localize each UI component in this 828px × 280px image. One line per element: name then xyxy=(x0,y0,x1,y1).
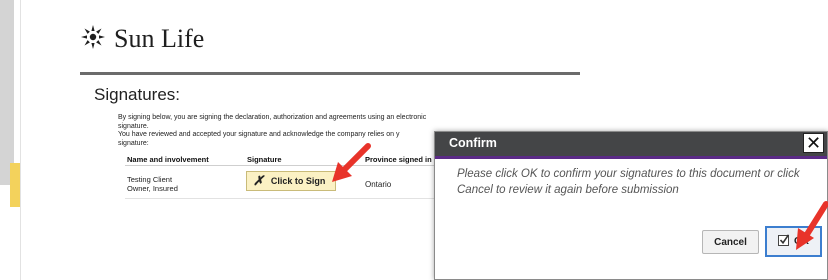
background-strip xyxy=(0,0,14,185)
column-header-province: Province signed in xyxy=(365,155,432,164)
click-to-sign-label: Click to Sign xyxy=(270,176,326,186)
table-header-rule xyxy=(125,165,435,166)
dialog-message: Please click OK to confirm your signatur… xyxy=(457,168,800,196)
dialog-title: Confirm xyxy=(449,136,497,150)
signer-name: Testing Client xyxy=(127,175,173,184)
disclaimer-line: You have reviewed and accepted your sign… xyxy=(118,131,400,138)
signatures-heading: Signatures: xyxy=(94,85,180,104)
cancel-button[interactable]: Cancel xyxy=(702,230,759,254)
column-header-name: Name and involvement xyxy=(127,155,209,164)
close-icon[interactable]: ✕ xyxy=(803,133,824,153)
header-divider xyxy=(80,72,580,75)
brand-name: Sun Life xyxy=(114,24,205,53)
signer-involvement: Owner, Insured xyxy=(127,184,178,193)
disclaimer-line: signature: xyxy=(118,139,149,147)
annotation-arrow-icon xyxy=(796,201,828,250)
brand-logo: Sun Life xyxy=(78,22,204,56)
signatures-disclaimer: By signing below, you are signing the de… xyxy=(118,114,448,148)
signer-name-cell: Testing Client Owner, Insured xyxy=(127,175,178,193)
sun-logo-icon xyxy=(78,22,108,57)
annotation-arrow-icon xyxy=(332,143,371,182)
checkbox-icon xyxy=(778,234,790,249)
disclaimer-line: By signing below, you are signing the de… xyxy=(118,114,427,130)
click-to-sign-button[interactable]: ✗ Click to Sign xyxy=(246,171,336,191)
column-header-signature: Signature xyxy=(247,155,282,164)
x-mark-icon: ✗ xyxy=(253,173,264,188)
table-row-rule xyxy=(125,198,435,199)
confirm-dialog: Confirm ✕ Please click OK to confirm you… xyxy=(434,131,828,280)
